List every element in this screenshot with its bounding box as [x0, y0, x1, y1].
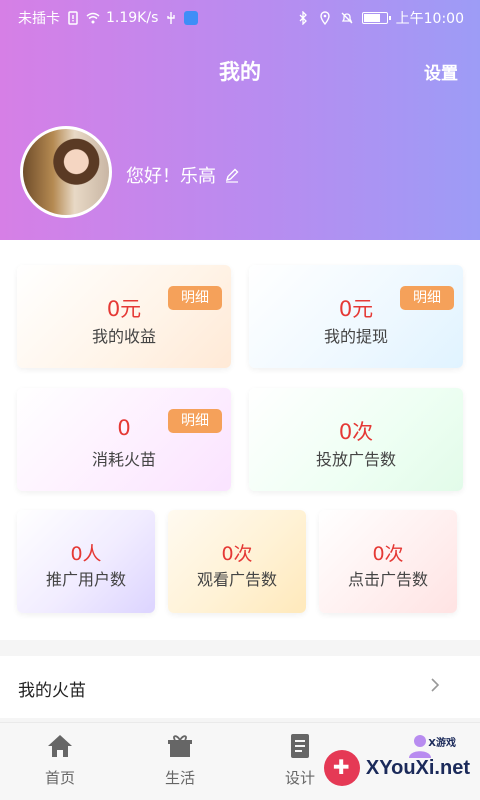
document-icon	[291, 734, 309, 758]
consumed-flame-card[interactable]: 0 消耗火苗 明细	[17, 388, 231, 491]
usb-icon	[167, 12, 176, 24]
settings-button[interactable]: 设置	[424, 59, 458, 84]
page-title: 我的	[219, 60, 261, 84]
gift-icon	[168, 735, 192, 757]
tab-home[interactable]: 首页	[20, 733, 100, 788]
detail-badge-button[interactable]: 明细	[168, 286, 222, 310]
ads-placed-card[interactable]: 0次 投放广告数	[249, 388, 463, 491]
card-label: 投放广告数	[315, 450, 396, 469]
profile-header: 未插卡 1.19K/s 上午10:00 我的 设置 您好！乐高	[0, 0, 480, 240]
user-greeting[interactable]: 您好！乐高	[126, 162, 240, 188]
status-bar: 未插卡 1.19K/s 上午10:00	[0, 0, 480, 34]
watermark-small-text: X游戏	[428, 738, 456, 749]
avatar[interactable]	[20, 126, 112, 218]
sim-alert-icon	[68, 11, 78, 25]
wifi-icon	[86, 12, 100, 24]
card-value: 0次	[221, 543, 253, 565]
network-speed: 1.19K/s	[106, 10, 159, 26]
home-icon	[48, 735, 72, 757]
battery-icon	[361, 12, 391, 24]
card-label: 点击广告数	[347, 570, 428, 589]
promoted-users-card[interactable]: 0人 推广用户数	[17, 510, 155, 613]
tab-life[interactable]: 生活	[140, 733, 220, 788]
card-value: 0次	[338, 420, 374, 444]
app-notification-icon	[184, 11, 199, 25]
withdrawal-card[interactable]: 0元 我的提现 明细	[249, 265, 463, 368]
income-card[interactable]: 0元 我的收益 明细	[17, 265, 231, 368]
tab-label: 首页	[44, 769, 75, 787]
edit-pencil-icon[interactable]	[224, 167, 240, 183]
card-value: 0人	[70, 543, 102, 565]
ads-clicked-card[interactable]: 0次 点击广告数	[319, 510, 457, 613]
mute-bell-icon	[341, 12, 353, 24]
watermark-logo-icon	[323, 750, 360, 786]
chevron-right-icon	[430, 677, 440, 698]
card-label: 观看广告数	[196, 570, 277, 589]
location-icon	[319, 11, 330, 25]
card-label: 我的提现	[323, 327, 388, 346]
detail-badge-button[interactable]: 明细	[168, 409, 222, 433]
watermark-text: XYouXi.net	[365, 756, 470, 779]
ads-viewed-card[interactable]: 0次 观看广告数	[168, 510, 306, 613]
greeting-text: 您好！乐高	[126, 166, 216, 187]
sim-status: 未插卡	[18, 11, 60, 27]
bluetooth-icon	[299, 11, 307, 25]
tab-label: 设计	[284, 769, 315, 787]
card-label: 推广用户数	[45, 570, 126, 589]
site-watermark: XYouXi.net X游戏	[323, 738, 470, 786]
clock: 上午10:00	[395, 11, 464, 27]
card-value: 0次	[372, 543, 404, 565]
detail-badge-button[interactable]: 明细	[400, 286, 454, 310]
row-label: 我的火苗	[18, 681, 86, 701]
card-label: 我的收益	[91, 327, 156, 346]
my-flame-row[interactable]: 我的火苗	[0, 656, 480, 718]
tab-label: 生活	[164, 769, 195, 787]
card-label: 消耗火苗	[91, 450, 156, 469]
